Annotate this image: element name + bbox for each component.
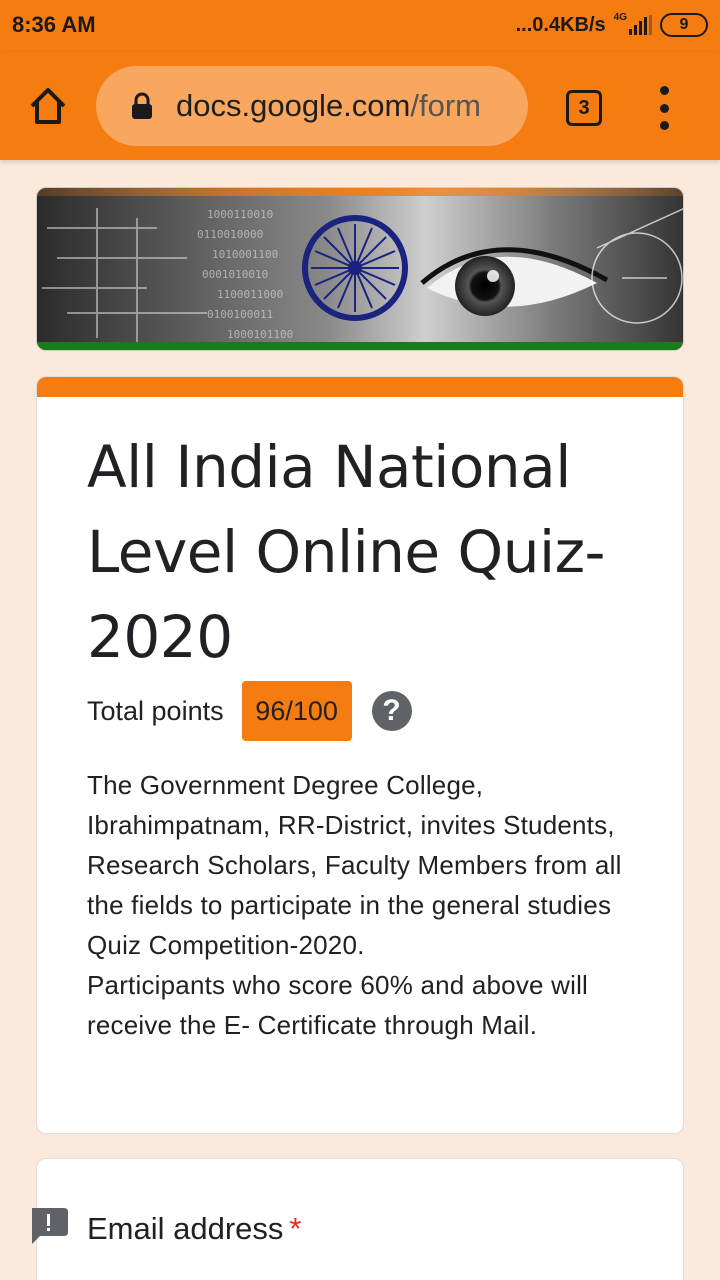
- browser-toolbar: docs.google.com/form 3: [0, 52, 720, 160]
- points-label: Total points: [87, 695, 224, 726]
- url-path: /form: [410, 88, 481, 123]
- form-title-card: All India National Level Online Quiz-202…: [36, 376, 684, 1134]
- status-bar: 8:36 AM ...0.4KB/s 4G 9: [0, 0, 720, 52]
- network-type: 4G: [613, 11, 627, 23]
- svg-text:1010001100: 1010001100: [212, 248, 278, 261]
- svg-text:1000101100: 1000101100: [227, 328, 293, 341]
- page-title: All India National Level Online Quiz-202…: [87, 433, 605, 671]
- form-description: The Government Degree College, Ibrahimpa…: [87, 770, 622, 1040]
- total-points-row: Total points 96/100 ?: [87, 681, 412, 741]
- email-question-card: Email address *: [36, 1158, 684, 1280]
- status-time: 8:36 AM: [12, 12, 96, 37]
- address-bar[interactable]: docs.google.com/form: [96, 66, 528, 146]
- card-accent-bar: [37, 377, 683, 397]
- network-speed: ...0.4KB/s: [515, 13, 606, 36]
- svg-text:0110010000: 0110010000: [197, 228, 263, 241]
- url-text[interactable]: docs.google.com/form: [176, 88, 481, 124]
- tab-count: 3: [578, 96, 590, 119]
- svg-text:0001010010: 0001010010: [202, 268, 268, 281]
- home-button[interactable]: [26, 84, 70, 128]
- form-header-banner: 1000110010 0110010000 1010001100 000101001…: [36, 187, 684, 351]
- svg-text:1100011000: 1100011000: [217, 288, 283, 301]
- lock-icon: [132, 92, 152, 119]
- status-indicators: ...0.4KB/s 4G 9: [516, 10, 708, 40]
- tabs-button[interactable]: 3: [566, 90, 602, 126]
- feedback-icon[interactable]: [28, 1204, 68, 1244]
- svg-text:0100100011: 0100100011: [207, 308, 273, 321]
- score-badge: 96/100: [241, 681, 352, 741]
- svg-text:1000110010: 1000110010: [207, 208, 273, 221]
- home-icon: [30, 88, 66, 124]
- email-label: Email address *: [87, 1211, 302, 1246]
- battery-level: 9: [679, 16, 689, 33]
- required-mark: *: [289, 1211, 302, 1246]
- help-icon[interactable]: ?: [371, 691, 412, 731]
- menu-icon[interactable]: [652, 86, 676, 130]
- url-domain: docs.google.com: [176, 88, 411, 123]
- signal-icon: [629, 15, 652, 35]
- battery-icon: 9: [660, 13, 708, 37]
- banner-image: 1000110010 0110010000 1010001100 000101001…: [37, 188, 683, 350]
